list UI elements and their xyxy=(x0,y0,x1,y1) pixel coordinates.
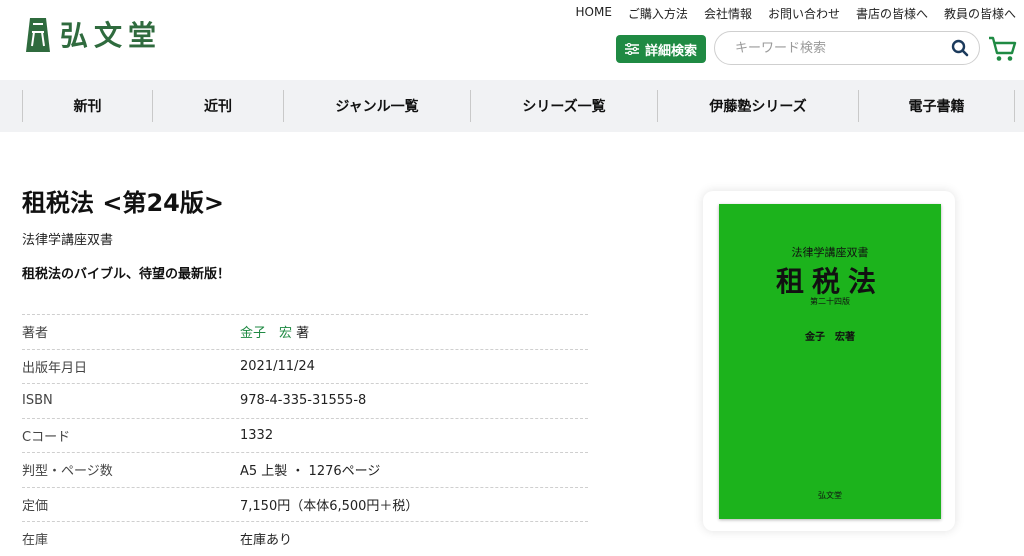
cover-author: 金子 宏著 xyxy=(805,332,855,343)
info-label: Cコード xyxy=(22,429,71,445)
info-label: 出版年月日 xyxy=(22,360,88,376)
logo[interactable]: 弘文堂 xyxy=(24,14,162,54)
top-links: HOME ご購入方法 会社情報 お問い合わせ 書店の皆様へ 教員の皆様へ xyxy=(576,5,1016,22)
info-row-isbn: ISBN 978-4-335-31555-8 xyxy=(22,383,588,418)
author-link[interactable]: 金子 宏 xyxy=(240,326,292,341)
info-row-publish-date: 出版年月日 2021/11/24 xyxy=(22,348,588,384)
book-cover-image[interactable]: 法律学講座双書 租税法 第二十四版 金子 宏著 弘文堂 xyxy=(719,204,941,519)
site-header: 弘文堂 HOME ご購入方法 会社情報 お問い合わせ 書店の皆様へ 教員の皆様へ… xyxy=(0,0,1024,80)
info-label: 在庫 xyxy=(22,533,49,549)
cover-edition: 第二十四版 xyxy=(810,297,850,306)
search-box xyxy=(714,31,980,65)
info-value: A5 上製 ・ 1276ページ xyxy=(240,464,381,480)
info-row-c-code: Cコード 1332 xyxy=(22,417,588,453)
info-row-author: 著者 金子 宏 著 xyxy=(22,314,588,349)
book-title: 租税法 <第24版> xyxy=(22,189,224,217)
cover-title: 租税法 xyxy=(775,265,884,298)
info-value: 7,150円（本体6,500円＋税） xyxy=(240,498,419,514)
top-link-purchase[interactable]: ご購入方法 xyxy=(628,5,688,22)
top-link-home[interactable]: HOME xyxy=(576,5,612,22)
top-link-contact[interactable]: お問い合わせ xyxy=(768,5,840,22)
info-value: 978-4-335-31555-8 xyxy=(240,393,367,409)
info-value: 1332 xyxy=(240,427,274,443)
book-cover-frame: 法律学講座双書 租税法 第二十四版 金子 宏著 弘文堂 xyxy=(703,191,955,531)
book-series: 法律学講座双書 xyxy=(22,233,114,248)
info-value: 金子 宏 著 xyxy=(240,322,309,341)
sliders-icon xyxy=(624,43,639,55)
cover-publisher: 弘文堂 xyxy=(818,491,842,500)
main-nav: 新刊 近刊 ジャンル一覧 シリーズ一覧 伊藤塾シリーズ 電子書籍 xyxy=(0,80,1024,132)
info-label: ISBN xyxy=(22,393,53,409)
info-row-price: 定価 7,150円（本体6,500円＋税） xyxy=(22,486,588,522)
nav-itojuku-series[interactable]: 伊藤塾シリーズ xyxy=(657,90,858,122)
cover-series: 法律学講座双書 xyxy=(791,246,869,259)
keyword-search-input[interactable] xyxy=(733,39,951,57)
info-row-stock: 在庫 在庫あり xyxy=(22,521,588,556)
info-label: 判型・ページ数 xyxy=(22,464,113,480)
nav-series[interactable]: シリーズ一覧 xyxy=(470,90,657,122)
nav-new-releases[interactable]: 新刊 xyxy=(22,90,152,122)
info-value: 2021/11/24 xyxy=(240,358,315,374)
detail-search-label: 詳細検索 xyxy=(644,43,697,59)
detail-search-button[interactable]: 詳細検索 xyxy=(616,35,706,63)
author-suffix: 著 xyxy=(292,326,310,342)
logo-text: 弘文堂 xyxy=(60,19,163,52)
info-value: 在庫あり xyxy=(240,533,293,549)
logo-mark-icon xyxy=(26,18,50,52)
book-info-table: 著者 金子 宏 著 出版年月日 2021/11/24 ISBN 978-4-33… xyxy=(22,314,588,556)
cart-icon[interactable] xyxy=(988,35,1018,63)
info-label: 定価 xyxy=(22,498,49,514)
nav-ebooks[interactable]: 電子書籍 xyxy=(858,90,1015,122)
nav-genres[interactable]: ジャンル一覧 xyxy=(283,90,470,122)
info-row-format-pages: 判型・ページ数 A5 上製 ・ 1276ページ xyxy=(22,452,588,487)
nav-upcoming[interactable]: 近刊 xyxy=(152,90,283,122)
info-label: 著者 xyxy=(22,326,49,342)
top-link-bookstores[interactable]: 書店の皆様へ xyxy=(856,5,928,22)
search-icon[interactable] xyxy=(951,39,969,57)
book-catchphrase: 租税法のバイブル、待望の最新版！ xyxy=(22,267,231,282)
top-link-company[interactable]: 会社情報 xyxy=(704,5,752,22)
top-link-teachers[interactable]: 教員の皆様へ xyxy=(944,5,1016,22)
